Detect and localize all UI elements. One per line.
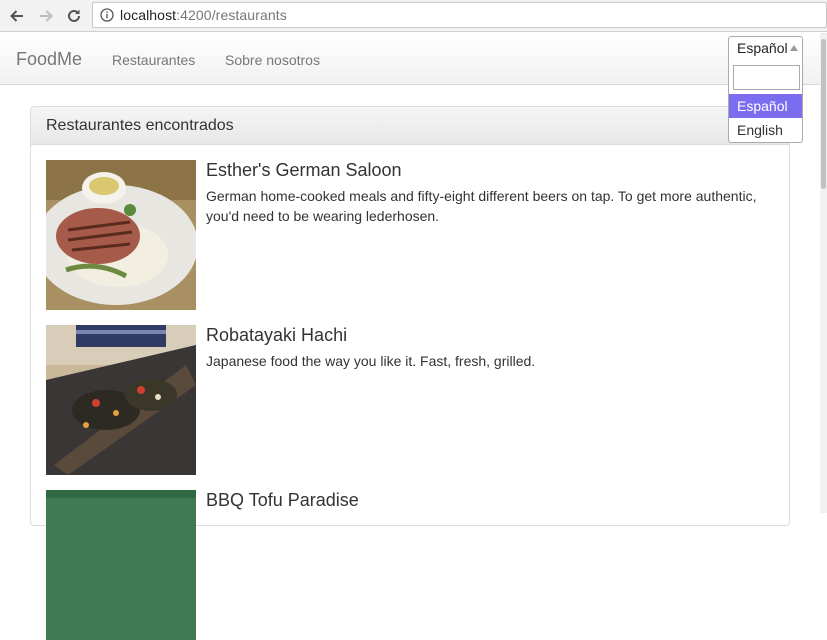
language-dropdown-panel: Español English xyxy=(728,59,803,143)
page-scrollbar[interactable] xyxy=(820,33,827,513)
restaurant-name[interactable]: BBQ Tofu Paradise xyxy=(206,490,359,511)
language-option-es[interactable]: Español xyxy=(729,94,802,118)
reload-button[interactable] xyxy=(62,4,86,28)
browser-toolbar: localhost:4200/restaurants xyxy=(0,0,827,32)
forward-arrow-icon xyxy=(40,10,53,22)
restaurant-description: Japanese food the way you like it. Fast,… xyxy=(206,353,536,369)
restaurant-item[interactable]: Esther's German Saloon German home-cooke… xyxy=(46,160,776,310)
restaurant-image[interactable] xyxy=(46,325,196,475)
restaurant-image[interactable] xyxy=(46,160,196,310)
restaurant-name[interactable]: Esther's German Saloon xyxy=(206,160,402,181)
address-bar[interactable]: localhost:4200/restaurants xyxy=(92,2,827,28)
restaurant-item[interactable]: Robatayaki Hachi Japanese food the way y… xyxy=(46,325,776,475)
forward-button[interactable] xyxy=(34,4,58,28)
restaurants-panel: Restaurantes encontrados Esther's German… xyxy=(30,106,790,640)
language-select[interactable]: Español xyxy=(728,36,803,60)
nav-link-restaurants[interactable]: Restaurantes xyxy=(112,52,195,68)
restaurant-name[interactable]: Robatayaki Hachi xyxy=(206,325,347,346)
language-option-en[interactable]: English xyxy=(729,118,802,142)
reload-icon xyxy=(68,9,80,22)
language-selected-label: Español xyxy=(737,40,788,56)
scrollbar-thumb[interactable] xyxy=(821,39,826,189)
nav-link-about[interactable]: Sobre nosotros xyxy=(225,52,320,68)
restaurant-description: German home-cooked meals and fifty-eight… xyxy=(206,188,757,224)
url-path: :4200/restaurants xyxy=(176,7,287,23)
url-host: localhost xyxy=(120,7,177,23)
back-arrow-icon xyxy=(10,10,23,22)
brand-link[interactable]: FoodMe xyxy=(16,49,82,70)
back-button[interactable] xyxy=(5,4,29,28)
panel-heading: Restaurantes encontrados xyxy=(31,107,789,145)
info-icon[interactable] xyxy=(100,8,114,22)
url-text: localhost:4200/restaurants xyxy=(120,7,287,23)
language-search-input[interactable] xyxy=(733,65,800,90)
dropdown-arrow-icon xyxy=(790,45,798,51)
app-navbar: FoodMe Restaurantes Sobre nosotros xyxy=(0,33,820,85)
